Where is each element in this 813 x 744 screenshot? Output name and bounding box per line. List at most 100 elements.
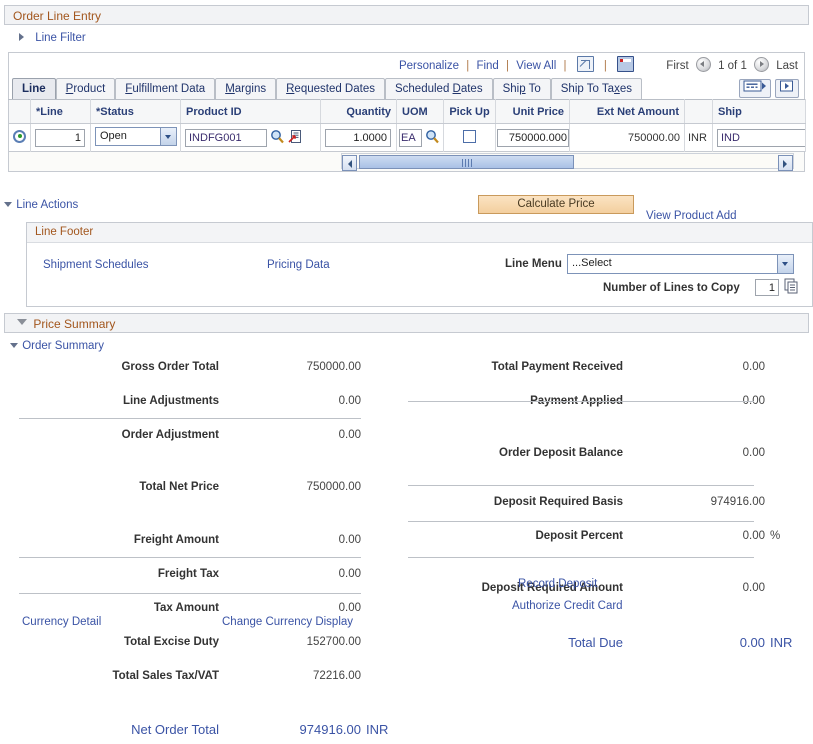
grid-horizontal-scrollbar[interactable] [8,152,805,172]
line-grid: Personalize | Find | View All | | First … [8,52,806,172]
last-label[interactable]: Last [776,60,798,72]
value-total-excise-duty: 152700.00 [306,636,361,648]
search-icon[interactable] [425,129,440,147]
chevron-right-icon [18,33,27,42]
cell-status: Open [90,123,181,152]
calculate-price-button[interactable]: Calculate Price [478,195,634,214]
grid-navigation-bar: Personalize | Find | View All | | First … [8,52,805,75]
separator: | [603,60,607,72]
value-line-adjustments: 0.00 [338,395,361,407]
show-all-columns-icon[interactable] [739,79,771,98]
next-tab-icon[interactable] [775,79,799,98]
line-menu-select[interactable]: ...Select [567,254,794,274]
grid-tab-row: Line Product Fulfillment Data Margins Reques… [8,75,805,99]
value-order-adjustment: 0.00 [338,429,361,441]
cell-uom: EA [396,123,444,152]
label-tax-amount: Tax Amount [153,602,219,614]
lines-to-copy-input[interactable]: 1 [755,279,779,296]
product-id-input[interactable]: INDFG001 [185,128,267,147]
row-select-radio[interactable] [13,129,26,143]
label-line-adjustments: Line Adjustments [122,395,219,407]
line-menu-value: ...Select [572,257,612,269]
order-line-entry-page: Order Line Entry Line Filter Personalize… [0,0,813,737]
tab-ship-to[interactable]: Ship To [492,78,551,99]
tab-line[interactable]: Line [12,78,56,99]
line-filter-link[interactable]: Line Filter [35,32,86,44]
price-summary-header[interactable]: Price Summary [4,313,809,333]
tab-product[interactable]: Product [55,78,116,99]
download-to-excel-icon[interactable] [617,56,635,75]
col-ext-net-amount[interactable]: Ext Net Amount [569,99,685,124]
currency-net-order-total: INR [366,722,389,737]
col-ship[interactable]: Ship [712,99,806,124]
label-order-deposit-balance: Order Deposit Balance [499,447,623,459]
value-total-due: 0.00 [739,635,765,650]
record-deposit-link[interactable]: Record Deposit [518,578,597,590]
value-tax-amount: 0.00 [338,602,361,614]
search-icon[interactable] [270,129,285,147]
label-freight-tax: Freight Tax [157,568,219,580]
find-link[interactable]: Find [476,60,498,72]
value-total-payment-received: 0.00 [742,361,765,373]
tab-margins[interactable]: Margins [215,78,277,99]
tab-fulfillment-data[interactable]: Fulfillment Data [115,78,216,99]
col-line[interactable]: *Line [30,99,91,124]
shipment-schedules-link[interactable]: Shipment Schedules [43,259,148,271]
ship-input[interactable]: IND [717,128,805,147]
value-deposit-percent: 0.00 [742,530,765,542]
pick-up-checkbox[interactable] [463,129,476,143]
page-counter: 1 of 1 [718,60,747,72]
col-product-id[interactable]: Product ID [180,99,321,124]
currency-total-due: INR [770,635,793,650]
scrollbar-thumb[interactable] [359,155,574,169]
transfer-detail-icon[interactable] [288,129,303,147]
line-actions-header[interactable]: Line Actions Calculate Price View Produc… [4,195,805,222]
copy-icon[interactable] [784,278,799,297]
unit-price-input[interactable]: 750000.000 [497,128,569,147]
quantity-input[interactable]: 1.0000 [325,128,391,147]
scrollbar-track[interactable] [341,153,794,171]
new-window-icon[interactable] [576,56,594,75]
first-label[interactable]: First [666,60,688,72]
tab-ship-to-taxes[interactable]: Ship To Taxes [550,78,642,99]
value-gross-order-total: 750000.00 [306,361,361,373]
col-quantity[interactable]: Quantity [320,99,397,124]
view-all-link[interactable]: View All [516,60,556,72]
col-unit-price[interactable]: Unit Price [495,99,570,124]
price-summary-section: Price Summary Order Summary Gross Order … [4,313,809,737]
label-total-sales-tax-vat: Total Sales Tax/VAT [112,670,219,682]
order-summary-left: Gross Order Total 750000.00 Line Adjustm… [4,361,404,737]
label-net-order-total: Net Order Total [131,722,219,737]
label-deposit-required-basis: Deposit Required Basis [493,496,623,508]
scroll-left-button[interactable] [342,155,357,171]
value-net-order-total: 974916.00 [299,722,361,737]
line-filter-row[interactable]: Line Filter [4,27,86,49]
order-summary-link[interactable]: Order Summary [22,340,104,352]
change-currency-display-link[interactable]: Change Currency Display [222,616,353,628]
status-select[interactable]: Open [95,126,177,146]
currency-detail-link[interactable]: Currency Detail [22,616,101,628]
col-status[interactable]: *Status [90,99,181,124]
line-input[interactable]: 1 [35,128,85,147]
order-summary-row[interactable]: Order Summary [4,335,809,357]
tab-scheduled-dates[interactable]: Scheduled Dates [384,78,493,99]
divider [408,557,754,558]
label-deposit-percent: Deposit Percent [535,530,623,542]
value-deposit-required-amount: 0.00 [742,582,765,594]
line-actions-label[interactable]: Line Actions [16,199,78,211]
previous-page-icon[interactable] [695,57,711,72]
divider [408,401,754,402]
divider [408,485,754,486]
separator: | [563,60,567,72]
tab-requested-dates[interactable]: Requested Dates [276,78,385,99]
authorize-credit-card-link[interactable]: Authorize Credit Card [512,600,623,612]
next-page-icon[interactable] [754,57,770,72]
pricing-data-link[interactable]: Pricing Data [267,259,330,271]
chevron-down-icon [4,200,13,209]
personalize-link[interactable]: Personalize [399,60,459,72]
scroll-right-button[interactable] [778,155,793,171]
col-pick-up[interactable]: Pick Up [443,99,496,124]
uom-input[interactable]: EA [399,128,422,147]
col-uom[interactable]: UOM [396,99,444,124]
label-order-adjustment: Order Adjustment [121,429,219,441]
